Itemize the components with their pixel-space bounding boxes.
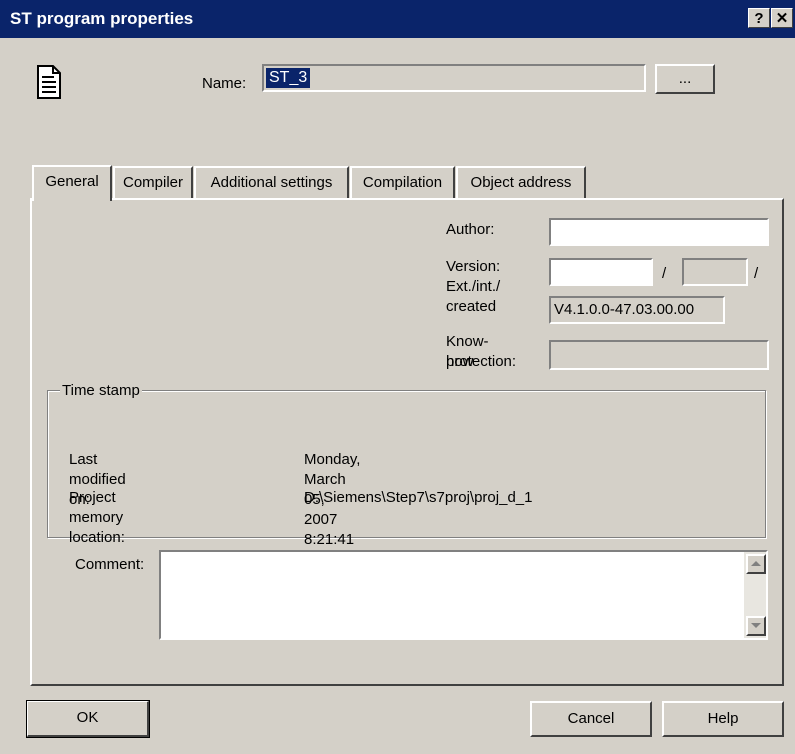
version-int-input bbox=[682, 258, 748, 286]
help-icon[interactable]: ? bbox=[748, 8, 770, 28]
version-ext-input[interactable] bbox=[549, 258, 653, 286]
ok-button[interactable]: OK bbox=[26, 700, 150, 738]
comment-textarea[interactable] bbox=[159, 550, 768, 640]
name-field[interactable]: ST_3 bbox=[262, 64, 646, 92]
document-icon bbox=[36, 64, 62, 104]
version-label-ext: Ext./int./ bbox=[446, 278, 501, 295]
browse-button[interactable]: ... bbox=[655, 64, 715, 94]
cancel-button[interactable]: Cancel bbox=[530, 701, 652, 737]
window-title: ST program properties bbox=[10, 9, 194, 28]
name-label: Name: bbox=[202, 75, 247, 92]
scroll-down-icon[interactable] bbox=[746, 616, 766, 636]
tab-general[interactable]: General bbox=[32, 165, 112, 201]
version-separator-1: / bbox=[662, 265, 667, 282]
time-stamp-group: Time stamp bbox=[47, 381, 766, 538]
knowhow-label-protection: protection: bbox=[446, 353, 517, 370]
author-label: Author: bbox=[446, 221, 495, 238]
tab-object-address[interactable]: Object address bbox=[456, 166, 586, 198]
tab-compilation[interactable]: Compilation bbox=[350, 166, 455, 198]
comment-scrollbar[interactable] bbox=[744, 552, 766, 638]
name-value: ST_3 bbox=[266, 68, 311, 88]
version-created-field: V4.1.0.0-47.03.00.00 bbox=[549, 296, 725, 324]
location-label: Project memory location: bbox=[69, 489, 125, 546]
author-input[interactable] bbox=[549, 218, 769, 246]
comment-label: Comment: bbox=[75, 556, 145, 573]
version-separator-2: / bbox=[754, 265, 759, 282]
tab-compiler[interactable]: Compiler bbox=[113, 166, 193, 198]
tab-additional-settings[interactable]: Additional settings bbox=[194, 166, 349, 198]
close-icon[interactable]: ✕ bbox=[771, 8, 793, 28]
title-bar: ST program properties ? ✕ bbox=[0, 0, 795, 38]
version-label: Version: bbox=[446, 258, 501, 275]
location-value: D:\Siemens\Step7\s7proj\proj_d_1 bbox=[304, 489, 533, 506]
knowhow-protection-field bbox=[549, 340, 769, 370]
time-stamp-legend: Time stamp bbox=[60, 381, 142, 401]
version-label-created: created bbox=[446, 298, 497, 315]
help-button[interactable]: Help bbox=[662, 701, 784, 737]
scroll-up-icon[interactable] bbox=[746, 554, 766, 574]
